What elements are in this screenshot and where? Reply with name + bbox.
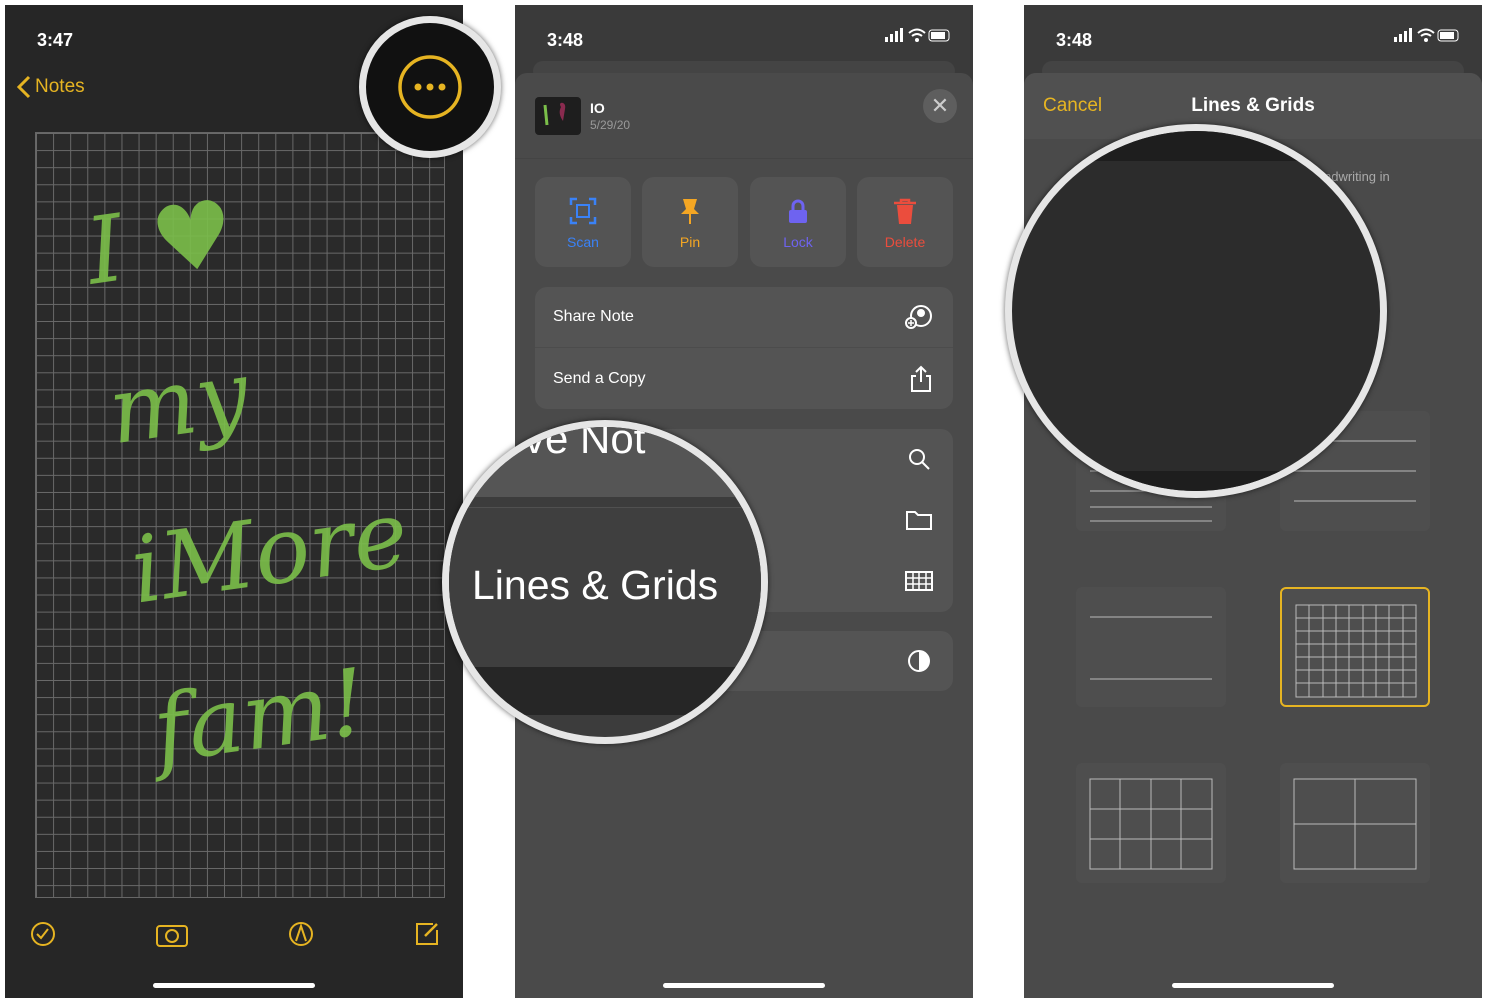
sheet-title: Lines & Grids bbox=[1191, 95, 1315, 116]
folder-icon[interactable] bbox=[905, 509, 933, 531]
scan-label: Scan bbox=[567, 234, 599, 250]
note-canvas[interactable]: I ♥ my iMore fam! bbox=[35, 132, 445, 898]
bottom-toolbar bbox=[25, 920, 445, 948]
back-button[interactable]: Notes bbox=[15, 75, 85, 99]
status-icons bbox=[1394, 27, 1460, 43]
scan-icon bbox=[569, 197, 597, 225]
markup-icon[interactable] bbox=[287, 920, 315, 948]
note-date: 5/29/20 bbox=[590, 118, 631, 132]
close-button[interactable]: ✕ bbox=[923, 89, 957, 123]
compose-icon[interactable] bbox=[413, 920, 441, 948]
status-time: 3:48 bbox=[547, 30, 584, 50]
delete-button[interactable]: Delete bbox=[857, 177, 953, 267]
search-icon[interactable] bbox=[907, 447, 931, 471]
option-large-grid[interactable] bbox=[1280, 763, 1430, 883]
grid-icon[interactable] bbox=[905, 571, 933, 591]
lock-icon bbox=[789, 199, 807, 223]
notes-drawing-screen: 3:47 Notes I ♥ my iMore fam! bbox=[5, 5, 463, 998]
checklist-icon[interactable] bbox=[29, 920, 57, 948]
lock-button[interactable]: Lock bbox=[750, 177, 846, 267]
pin-button[interactable]: Pin bbox=[642, 177, 738, 267]
share-icon bbox=[911, 365, 931, 392]
pin-icon bbox=[681, 199, 699, 224]
status-time: 3:48 bbox=[1056, 30, 1093, 50]
share-note-row[interactable]: Share Note bbox=[535, 287, 953, 348]
sheet-header: IO 5/29/20 ✕ bbox=[515, 73, 973, 159]
trash-icon bbox=[894, 198, 916, 224]
more-options-icon[interactable] bbox=[366, 23, 494, 151]
option-large-lines[interactable] bbox=[1076, 587, 1226, 707]
option-small-grid-selected[interactable] bbox=[1280, 587, 1430, 707]
share-note-label: Share Note bbox=[553, 308, 634, 325]
magnifier-lines-grids: ve Not Lines & Grids bbox=[442, 420, 768, 744]
signal-wifi-battery-icon bbox=[885, 28, 950, 42]
home-indicator bbox=[1172, 983, 1334, 988]
handwriting-text: I ♥ my iMore fam! bbox=[79, 179, 415, 784]
option-medium-grid[interactable] bbox=[1076, 763, 1226, 883]
send-copy-row[interactable]: Send a Copy bbox=[535, 348, 953, 409]
lines-grids-menu-item[interactable]: Lines & Grids bbox=[472, 562, 718, 609]
share-person-icon bbox=[905, 305, 932, 329]
status-icons bbox=[885, 27, 951, 43]
delete-label: Delete bbox=[884, 234, 926, 250]
back-label: Notes bbox=[35, 76, 85, 97]
note-title: IO bbox=[590, 100, 605, 116]
sheet-header: Cancel Lines & Grids bbox=[1024, 73, 1482, 139]
home-indicator bbox=[663, 983, 825, 988]
note-thumbnail bbox=[535, 97, 581, 135]
status-time: 3:47 bbox=[37, 30, 74, 50]
contrast-icon bbox=[908, 650, 930, 672]
magnifier-blank bbox=[1005, 124, 1387, 498]
camera-icon[interactable] bbox=[155, 920, 189, 948]
share-group: Share Note Send a Copy bbox=[535, 287, 953, 409]
send-copy-label: Send a Copy bbox=[553, 369, 646, 387]
pin-label: Pin bbox=[679, 234, 701, 250]
lock-label: Lock bbox=[783, 234, 813, 250]
home-indicator bbox=[153, 983, 315, 988]
partial-text: ve Not bbox=[524, 420, 646, 462]
magnifier-more-button bbox=[359, 16, 501, 158]
scan-button[interactable]: Scan bbox=[535, 177, 631, 267]
signal-wifi-battery-icon bbox=[1394, 28, 1459, 42]
chevron-left-icon bbox=[16, 75, 31, 99]
